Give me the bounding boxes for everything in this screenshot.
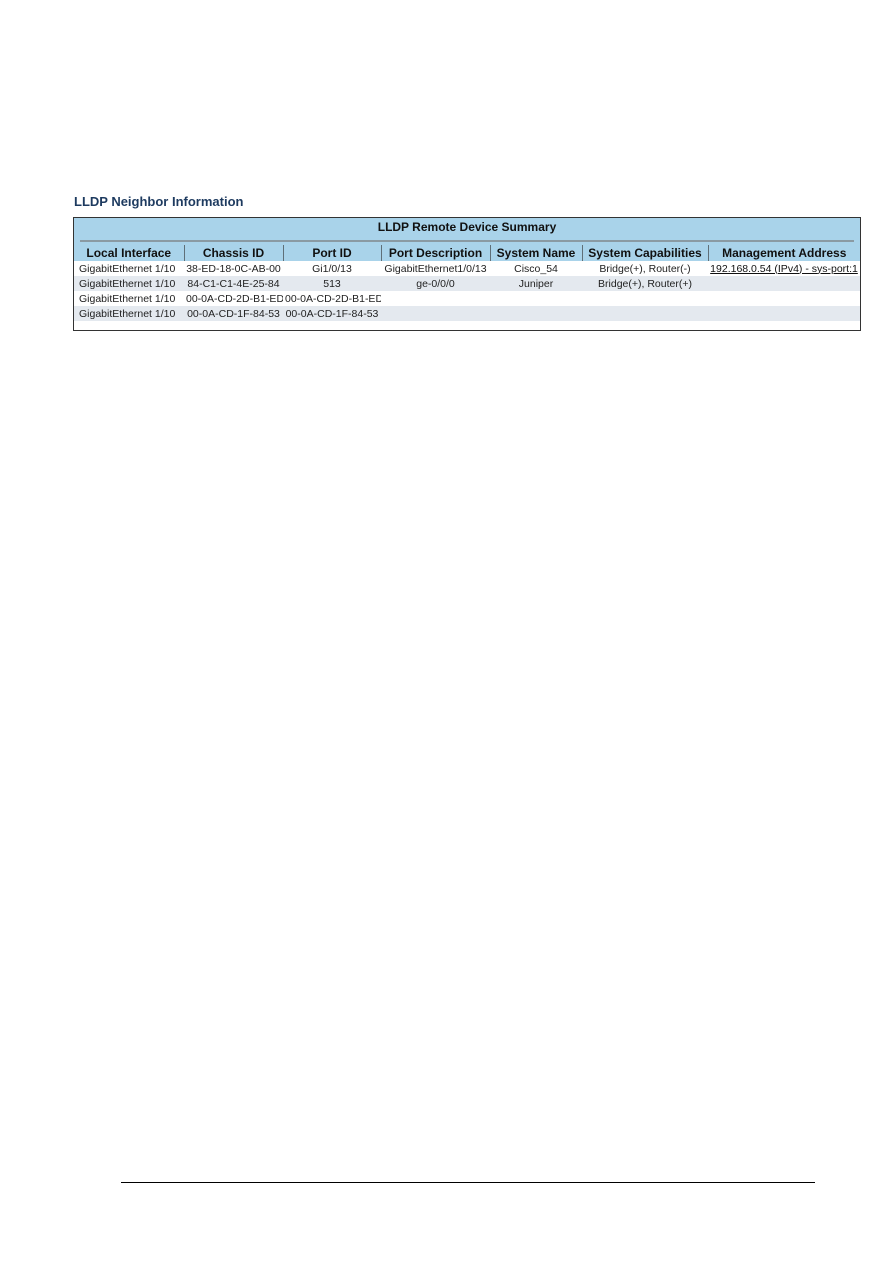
cell-chassis-id: 84-C1-C1-4E-25-84 — [184, 276, 283, 291]
cell-system-name: Juniper — [490, 276, 582, 291]
cell-system-name — [490, 291, 582, 306]
table-row: GigabitEthernet 1/10 38-ED-18-0C-AB-00 G… — [74, 261, 860, 276]
cell-management-address — [708, 306, 860, 321]
table-header-row: Local Interface Chassis ID Port ID Port … — [74, 245, 860, 261]
section-title: LLDP Neighbor Information — [74, 194, 244, 209]
table-row: GigabitEthernet 1/10 00-0A-CD-2D-B1-ED 0… — [74, 291, 860, 306]
cell-local-interface: GigabitEthernet 1/10 — [74, 261, 184, 276]
cell-management-address — [708, 276, 860, 291]
cell-management-address — [708, 291, 860, 306]
cell-chassis-id: 00-0A-CD-1F-84-53 — [184, 306, 283, 321]
cell-port-description: GigabitEthernet1/0/13 — [381, 261, 490, 276]
cell-system-name: Cisco_54 — [490, 261, 582, 276]
cell-system-capabilities — [582, 306, 708, 321]
cell-port-description: ge-0/0/0 — [381, 276, 490, 291]
column-header-management-address[interactable]: Management Address — [708, 245, 860, 261]
column-header-system-capabilities[interactable]: System Capabilities — [582, 245, 709, 261]
lldp-remote-device-summary-table: LLDP Remote Device Summary Local Interfa… — [73, 217, 861, 331]
cell-chassis-id: 00-0A-CD-2D-B1-ED — [184, 291, 283, 306]
column-header-local-interface[interactable]: Local Interface — [74, 245, 185, 261]
table-row: GigabitEthernet 1/10 84-C1-C1-4E-25-84 5… — [74, 276, 860, 291]
table-caption-bar: LLDP Remote Device Summary — [74, 218, 860, 245]
cell-port-id: 00-0A-CD-2D-B1-ED — [283, 291, 381, 306]
column-header-chassis-id[interactable]: Chassis ID — [184, 245, 284, 261]
table-caption: LLDP Remote Device Summary — [377, 220, 557, 234]
management-address-link[interactable]: 192.168.0.54 (IPv4) - sys-port:1 — [710, 263, 858, 275]
cell-system-capabilities — [582, 291, 708, 306]
cell-system-capabilities: Bridge(+), Router(-) — [582, 261, 708, 276]
cell-local-interface: GigabitEthernet 1/10 — [74, 276, 184, 291]
column-header-port-description[interactable]: Port Description — [381, 245, 491, 261]
cell-port-id: 00-0A-CD-1F-84-53 — [283, 306, 381, 321]
cell-system-capabilities: Bridge(+), Router(+) — [582, 276, 708, 291]
cell-system-name — [490, 306, 582, 321]
cell-chassis-id: 38-ED-18-0C-AB-00 — [184, 261, 283, 276]
neighbor-table: Local Interface Chassis ID Port ID Port … — [74, 245, 860, 321]
caption-divider — [80, 240, 854, 242]
cell-local-interface: GigabitEthernet 1/10 — [74, 306, 184, 321]
cell-port-description — [381, 306, 490, 321]
column-header-port-id[interactable]: Port ID — [283, 245, 382, 261]
table-row: GigabitEthernet 1/10 00-0A-CD-1F-84-53 0… — [74, 306, 860, 321]
cell-port-id: 513 — [283, 276, 381, 291]
cell-port-id: Gi1/0/13 — [283, 261, 381, 276]
cell-local-interface: GigabitEthernet 1/10 — [74, 291, 184, 306]
cell-port-description — [381, 291, 490, 306]
column-header-system-name[interactable]: System Name — [490, 245, 583, 261]
cell-management-address: 192.168.0.54 (IPv4) - sys-port:1 — [708, 261, 860, 276]
footer-divider — [121, 1182, 815, 1183]
